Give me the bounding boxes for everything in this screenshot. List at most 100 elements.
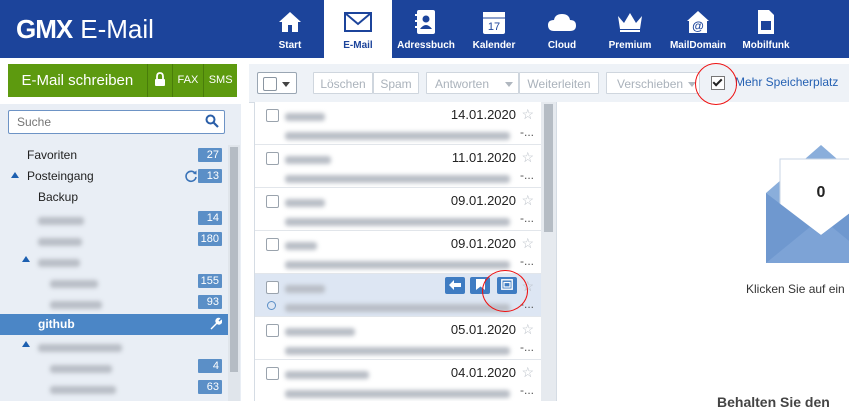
delete-button[interactable]: Löschen — [313, 72, 373, 94]
mail-row[interactable]: 09.01.2020 ☆ -... — [255, 231, 542, 274]
preview-pane: 0 Klicken Sie auf ein Behalten Sie den — [557, 102, 849, 410]
reply-quick-button[interactable] — [445, 277, 465, 294]
forward-button[interactable]: Weiterleiten — [519, 72, 599, 94]
sender-name — [285, 368, 369, 382]
at-house-icon: @ — [664, 8, 732, 36]
scrollbar-thumb[interactable] — [230, 147, 238, 372]
reply-button[interactable]: Antworten — [426, 72, 519, 94]
mail-date: 14.01.2020 — [450, 107, 516, 122]
row-checkbox[interactable] — [266, 152, 279, 165]
nav-maildomain[interactable]: @ MailDomain — [664, 0, 732, 58]
unread-count: 0 — [817, 184, 826, 201]
nav-premium[interactable]: Premium — [596, 0, 664, 58]
unread-count-badge: 14 — [198, 211, 222, 225]
folder-redacted[interactable] — [0, 250, 228, 271]
folder-github[interactable]: github — [0, 314, 228, 335]
nav-mobilfunk[interactable]: Mobilfunk — [732, 0, 800, 58]
star-icon[interactable]: ☆ — [521, 364, 534, 381]
annotation-circle — [695, 63, 737, 105]
search-icon[interactable] — [205, 114, 219, 131]
nav-adressbuch[interactable]: Adressbuch — [392, 0, 460, 58]
expand-toggle[interactable] — [22, 341, 30, 347]
mail-subject — [285, 172, 510, 186]
mail-subject — [285, 301, 510, 315]
mail-row[interactable]: 05.01.2020 ☆ -... — [255, 317, 542, 360]
unread-count-badge: 180 — [197, 232, 222, 246]
mail-row[interactable]: 09.01.2020 ☆ -... — [255, 188, 542, 231]
sender-name — [285, 239, 317, 253]
folder-redacted[interactable]: 14 — [0, 208, 228, 229]
compose-email-button[interactable]: E-Mail schreiben — [8, 64, 148, 97]
scrollbar-thumb[interactable] — [544, 104, 553, 232]
row-checkbox[interactable] — [266, 367, 279, 380]
unread-count-badge: 13 — [198, 169, 222, 183]
folder-favoriten[interactable]: Favoriten 27 — [0, 145, 228, 166]
svg-text:@: @ — [692, 19, 704, 33]
compose-secure-button[interactable] — [147, 64, 173, 97]
search-input[interactable] — [9, 111, 202, 133]
sim-card-icon — [732, 8, 800, 36]
mail-subject — [285, 129, 510, 143]
star-icon[interactable]: ☆ — [521, 106, 534, 123]
mail-date: 09.01.2020 — [450, 236, 516, 251]
expand-toggle[interactable] — [22, 256, 30, 262]
folder-redacted[interactable]: 4 — [0, 356, 228, 377]
annotation-circle — [482, 270, 528, 312]
mail-date: 09.01.2020 — [450, 193, 516, 208]
folder-redacted[interactable]: 63 — [0, 377, 228, 398]
row-checkbox[interactable] — [266, 238, 279, 251]
unread-count-badge: 4 — [198, 359, 222, 373]
refresh-icon[interactable] — [184, 169, 198, 186]
folder-redacted[interactable]: 155 — [0, 271, 228, 292]
nav-start[interactable]: Start — [256, 0, 324, 58]
nav-email[interactable]: E-Mail — [324, 0, 392, 58]
select-all-dropdown[interactable] — [257, 72, 297, 94]
chevron-down-icon — [505, 82, 513, 87]
folder-redacted[interactable]: 93 — [0, 292, 228, 313]
expand-toggle[interactable] — [11, 172, 19, 178]
svg-text:17: 17 — [488, 21, 500, 33]
sender-name — [285, 153, 331, 167]
address-book-icon — [392, 8, 460, 36]
row-checkbox[interactable] — [266, 324, 279, 337]
star-icon[interactable]: ☆ — [521, 235, 534, 252]
open-envelope-icon: 0 — [766, 145, 849, 263]
mail-list-scrollbar[interactable] — [541, 102, 557, 401]
sidebar-scrollbar[interactable] — [228, 145, 240, 401]
star-icon[interactable]: ☆ — [521, 192, 534, 209]
folder-redacted[interactable] — [0, 335, 228, 356]
mail-row[interactable]: 11.01.2020 ☆ -... — [255, 145, 542, 188]
folder-posteingang[interactable]: Posteingang 13 — [0, 166, 228, 187]
sender-name — [285, 325, 355, 339]
select-all-checkbox[interactable] — [263, 77, 277, 91]
compose-group: E-Mail schreiben FAX SMS — [8, 64, 237, 97]
nav-kalender[interactable]: 17 Kalender — [460, 0, 528, 58]
compose-sms-button[interactable]: SMS — [204, 64, 237, 97]
spam-button[interactable]: Spam — [373, 72, 419, 94]
row-checkbox[interactable] — [266, 281, 279, 294]
mail-subject — [285, 344, 510, 358]
mail-row[interactable]: 04.01.2020 ☆ -... — [255, 360, 542, 401]
folder-backup[interactable]: Backup — [0, 187, 228, 208]
crown-icon — [596, 8, 664, 36]
gmx-logo[interactable]: GMX E-Mail — [16, 14, 154, 44]
compose-fax-button[interactable]: FAX — [172, 64, 205, 97]
star-icon[interactable]: ☆ — [521, 149, 534, 166]
folder-redacted[interactable]: 180 — [0, 229, 228, 250]
wrench-icon[interactable] — [209, 317, 223, 333]
move-button[interactable]: Verschieben — [606, 72, 700, 94]
sender-name — [285, 196, 325, 210]
nav-cloud[interactable]: Cloud — [528, 0, 596, 58]
mail-row[interactable]: 14.01.2020 ☆ -... — [255, 102, 542, 145]
more-storage-link[interactable]: Mehr Speicherplatz — [735, 75, 838, 89]
star-icon[interactable]: ☆ — [521, 321, 534, 338]
unread-dot-icon[interactable] — [267, 301, 276, 310]
calendar-icon: 17 — [460, 8, 528, 36]
reply-arrow-icon — [449, 279, 461, 293]
chevron-down-icon — [282, 82, 290, 87]
row-checkbox[interactable] — [266, 195, 279, 208]
row-checkbox[interactable] — [266, 109, 279, 122]
unread-count-badge: 155 — [197, 274, 222, 288]
mail-date: 04.01.2020 — [450, 365, 516, 380]
mail-date: 11.01.2020 — [451, 150, 516, 165]
